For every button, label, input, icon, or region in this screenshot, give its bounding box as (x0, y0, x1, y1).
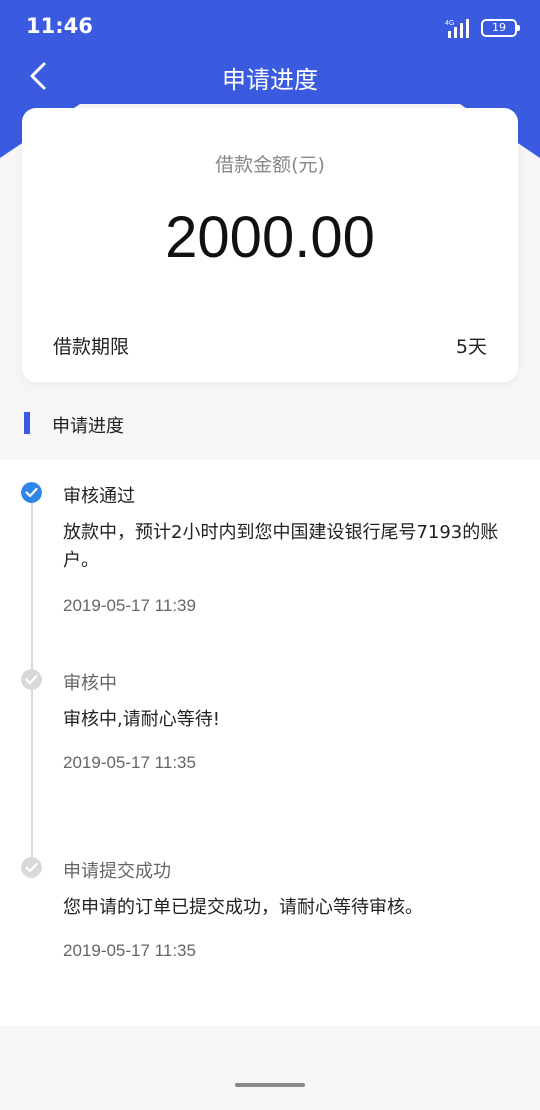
step-title: 申请提交成功 (63, 861, 171, 882)
check-circle-icon (21, 669, 42, 690)
battery-level: 19 (492, 21, 506, 34)
step-timestamp: 2019-05-17 11:39 (63, 596, 196, 615)
section-accent-bar (24, 412, 30, 434)
section-title: 申请进度 (52, 416, 124, 437)
page-title: 申请进度 (222, 66, 318, 94)
term-label: 借款期限 (53, 336, 130, 358)
signal-icon: 4G (445, 19, 469, 38)
progress-timeline: 审核通过 放款中，预计2小时内到您中国建设银行尾号7193的账户。 2019-0… (0, 460, 540, 1026)
step-title: 审核通过 (63, 486, 135, 507)
loan-amount-card: 借款金额(元) 2000.00 借款期限 5天 (22, 108, 518, 382)
step-title: 审核中 (63, 673, 117, 694)
check-circle-icon (21, 482, 42, 503)
network-type: 4G (445, 20, 454, 27)
check-circle-icon (21, 857, 42, 878)
term-value: 5天 (455, 336, 487, 358)
battery-icon: 19 (481, 19, 520, 37)
amount-label: 借款金额(元) (215, 154, 325, 176)
progress-section-header: 申请进度 (0, 400, 540, 448)
amount-value: 2000.00 (165, 205, 375, 270)
status-time: 11:46 (26, 14, 93, 38)
step-description: 您申请的订单已提交成功，请耐心等待审核。 (63, 897, 423, 918)
home-indicator[interactable] (235, 1083, 305, 1087)
step-description: 放款中，预计2小时内到您中国建设银行尾号7193的账户。 (63, 522, 499, 571)
status-bar: 11:46 4G 19 (0, 0, 540, 56)
step-timestamp: 2019-05-17 11:35 (63, 753, 196, 772)
nav-bar: 申请进度 (0, 50, 540, 102)
step-description: 审核中,请耐心等待! (63, 709, 220, 730)
step-timestamp: 2019-05-17 11:35 (63, 941, 196, 960)
